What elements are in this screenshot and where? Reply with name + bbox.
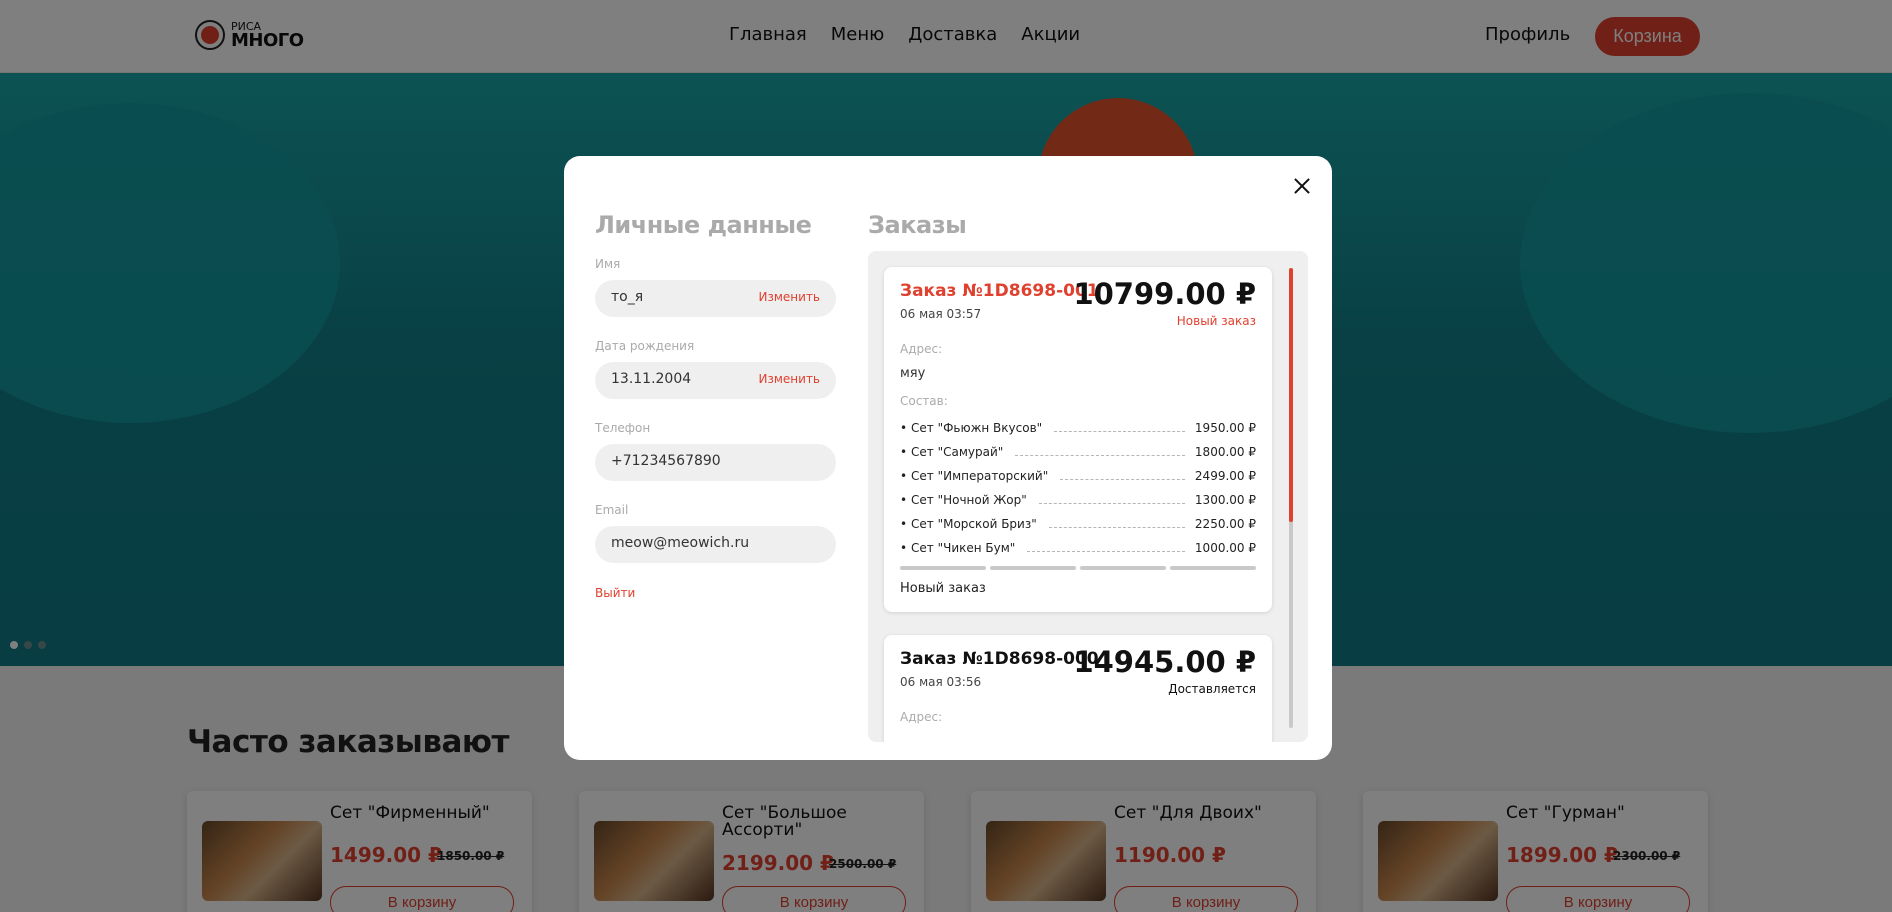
personal-data-title: Личные данные — [595, 211, 812, 239]
item-price: 1000.00 ₽ — [1194, 541, 1256, 555]
item-name: Сет "Императорский" — [911, 469, 1049, 483]
order-items: • Сет "Фьюжн Вкусов" 1950.00 ₽ • Сет "Самур… — [900, 416, 1256, 560]
progress-step — [900, 566, 986, 570]
close-icon[interactable] — [1290, 174, 1314, 198]
edit-birthday-button[interactable]: Изменить — [759, 372, 821, 386]
email-field[interactable]: meow@meowich.ru — [595, 526, 836, 563]
name-field[interactable]: то_я Изменить — [595, 280, 836, 317]
name-label: Имя — [595, 257, 621, 271]
phone-field[interactable]: +71234567890 — [595, 444, 836, 481]
address-label: Адрес: — [900, 342, 943, 356]
item-name: Сет "Морской Бриз" — [911, 517, 1037, 531]
orders-list[interactable]: Заказ №1D8698-001 06 мая 03:57 10799.00 … — [868, 251, 1308, 742]
order-status: Доставляется — [1168, 682, 1256, 696]
order-item: • Сет "Императорский" 2499.00 ₽ — [900, 469, 1256, 483]
profile-modal: Личные данные Имя то_я Изменить Дата рож… — [564, 156, 1332, 760]
item-name: Сет "Ночной Жор" — [911, 493, 1027, 507]
order-total: 10799.00 ₽ — [1073, 277, 1256, 311]
order-item: • Сет "Чикен Бум" 1000.00 ₽ — [900, 541, 1256, 555]
orders-title: Заказы — [868, 211, 967, 239]
name-value: то_я — [611, 289, 644, 305]
birthday-field[interactable]: 13.11.2004 Изменить — [595, 362, 836, 399]
item-price: 2499.00 ₽ — [1194, 469, 1256, 483]
item-name: Сет "Чикен Бум" — [911, 541, 1016, 555]
order-item: • Сет "Фьюжн Вкусов" 1950.00 ₽ — [900, 421, 1256, 435]
item-price: 1800.00 ₽ — [1194, 445, 1256, 459]
order-progress-status: Новый заказ — [900, 581, 986, 596]
progress-step — [1080, 566, 1166, 570]
item-name: Сет "Фьюжн Вкусов" — [911, 421, 1043, 435]
order-status: Новый заказ — [1176, 314, 1256, 328]
order-item: • Сет "Морской Бриз" 2250.00 ₽ — [900, 517, 1256, 531]
order-item: • Сет "Ночной Жор" 1300.00 ₽ — [900, 493, 1256, 507]
email-label: Email — [595, 503, 629, 517]
item-price: 1950.00 ₽ — [1194, 421, 1256, 435]
edit-name-button[interactable]: Изменить — [759, 290, 821, 304]
order-title: Заказ №1D8698-000 — [900, 649, 1099, 669]
item-price: 2250.00 ₽ — [1194, 517, 1256, 531]
order-date: 06 мая 03:57 — [900, 307, 982, 321]
orders-scrollbar[interactable] — [1289, 268, 1293, 728]
progress-step — [990, 566, 1076, 570]
phone-label: Телефон — [595, 421, 651, 435]
order-title: Заказ №1D8698-001 — [900, 281, 1099, 301]
order-item: • Сет "Самурай" 1800.00 ₽ — [900, 445, 1256, 459]
progress-step — [1170, 566, 1256, 570]
order-card: Заказ №1D8698-001 06 мая 03:57 10799.00 … — [884, 267, 1272, 612]
birthday-value: 13.11.2004 — [611, 371, 692, 387]
scroll-thumb[interactable] — [1289, 268, 1293, 522]
order-card: Заказ №1D8698-000 06 мая 03:56 14945.00 … — [884, 635, 1272, 742]
order-total: 14945.00 ₽ — [1073, 645, 1256, 679]
phone-value: +71234567890 — [611, 453, 721, 469]
email-value: meow@meowich.ru — [611, 535, 750, 551]
order-address: мяу — [900, 366, 926, 381]
item-name: Сет "Самурай" — [911, 445, 1004, 459]
birthday-label: Дата рождения — [595, 339, 695, 353]
order-date: 06 мая 03:56 — [900, 675, 982, 689]
item-price: 1300.00 ₽ — [1194, 493, 1256, 507]
order-progress — [900, 566, 1256, 570]
logout-link[interactable]: Выйти — [595, 586, 635, 600]
items-label: Состав: — [900, 394, 948, 408]
address-label: Адрес: — [900, 710, 943, 724]
